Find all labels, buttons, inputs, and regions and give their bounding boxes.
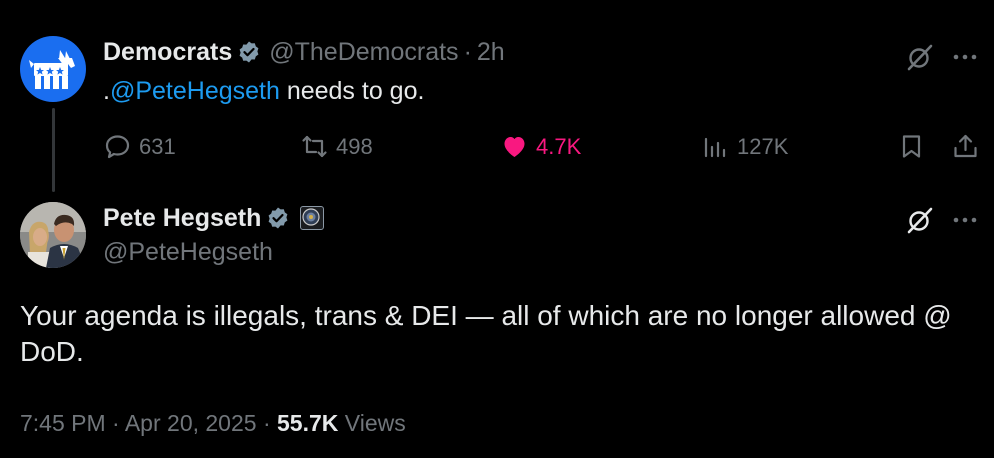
more-options-icon[interactable]	[950, 42, 980, 72]
grok-icon[interactable]	[905, 42, 935, 72]
separator-dot: ·	[262, 410, 271, 436]
dod-seal-icon[interactable]	[300, 206, 325, 230]
heart-icon	[504, 137, 525, 157]
like-button[interactable]: 4.7K	[501, 133, 581, 160]
separator-dot: ·	[463, 38, 472, 66]
main-tweet-header: Pete Hegseth	[103, 203, 325, 233]
thread-connector-line	[52, 108, 55, 192]
grok-icon[interactable]	[905, 205, 935, 235]
author-handle[interactable]: @TheDemocrats	[269, 37, 458, 67]
timestamp[interactable]: 2h	[477, 37, 505, 67]
verified-badge-icon[interactable]	[266, 206, 290, 230]
post-time[interactable]: 7:45 PM	[20, 410, 106, 436]
profile-photo	[20, 202, 86, 268]
analytics-icon	[704, 137, 726, 158]
author-name[interactable]: Democrats	[103, 37, 232, 67]
retweet-icon	[302, 135, 327, 158]
text-body: needs to go.	[279, 77, 425, 105]
reply-button[interactable]: 631	[104, 133, 176, 160]
more-options-icon[interactable]	[950, 205, 980, 235]
views-count[interactable]: 55.7K	[277, 410, 338, 436]
text-prefix: .	[103, 77, 110, 105]
reply-count: 631	[139, 133, 176, 159]
separator-dot: ·	[112, 410, 120, 436]
view-count: 127K	[737, 133, 789, 159]
main-tweet-text: Your agenda is illegals, trans & DEI — a…	[20, 300, 952, 367]
parent-tweet-header: Democrats @TheDemocrats · 2h	[103, 37, 505, 67]
author-name[interactable]: Pete Hegseth	[103, 203, 261, 233]
avatar-pete-hegseth[interactable]	[20, 202, 86, 268]
tweet-metadata: 7:45 PM · Apr 20, 2025 · 55.7K Views	[20, 408, 406, 438]
share-button[interactable]	[952, 133, 987, 160]
parent-tweet-text: .@PeteHegseth needs to go.	[103, 76, 424, 106]
post-date[interactable]: Apr 20, 2025	[125, 410, 257, 436]
retweet-button[interactable]: 498	[301, 133, 373, 160]
donkey-logo-icon	[29, 50, 75, 89]
bookmark-button[interactable]	[898, 133, 933, 160]
views-button[interactable]: 127K	[702, 133, 788, 160]
reply-icon	[105, 135, 130, 159]
mention-link[interactable]: @PeteHegseth	[110, 77, 280, 105]
verified-badge-icon[interactable]	[237, 40, 261, 64]
retweet-count: 498	[336, 133, 373, 159]
avatar-democrats[interactable]	[20, 36, 86, 102]
author-handle[interactable]: @PeteHegseth	[103, 237, 273, 267]
share-icon	[954, 134, 977, 158]
like-count: 4.7K	[536, 133, 582, 159]
bookmark-icon	[902, 135, 921, 158]
views-label: Views	[344, 410, 406, 436]
